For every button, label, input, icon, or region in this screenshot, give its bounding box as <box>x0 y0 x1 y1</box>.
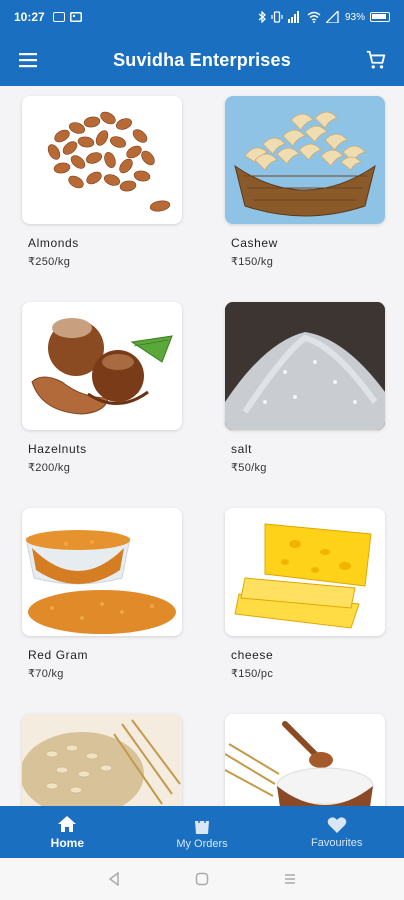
product-price: ₹250/kg <box>28 256 71 268</box>
system-recents-button[interactable] <box>275 864 305 894</box>
almonds-image <box>22 96 182 224</box>
cart-button[interactable] <box>348 34 404 86</box>
image-notification-icon <box>69 12 82 22</box>
signal-2-icon <box>325 11 339 23</box>
flour-image <box>225 714 385 806</box>
product-price: ₹50/kg <box>231 462 267 474</box>
shopping-bag-icon <box>195 815 209 834</box>
product-grid[interactable]: Almonds ₹250/kg Cashew ₹150/kg Hazelnuts… <box>0 86 404 806</box>
heart-icon <box>327 816 346 833</box>
product-price: ₹150/kg <box>231 256 274 268</box>
back-triangle-icon <box>108 872 119 886</box>
oats-image <box>22 714 182 806</box>
product-price: ₹200/kg <box>28 462 71 474</box>
system-navigation-bar <box>0 858 404 900</box>
product-card-flour[interactable] <box>225 714 385 806</box>
product-price: ₹70/kg <box>28 668 64 680</box>
battery-percent: 93% <box>344 11 365 23</box>
system-back-button[interactable] <box>99 864 129 894</box>
nav-favourites[interactable]: Favourites <box>269 806 404 858</box>
home-icon <box>58 815 77 832</box>
menu-button[interactable] <box>0 34 56 86</box>
status-time: 10:27 <box>14 10 45 24</box>
battery-icon <box>370 12 390 22</box>
product-card-salt[interactable]: salt ₹50/kg <box>225 302 385 474</box>
product-price: ₹150/pc <box>231 668 274 680</box>
red-gram-image <box>22 508 182 636</box>
salt-image <box>225 302 385 430</box>
bluetooth-icon <box>258 11 266 23</box>
hamburger-menu-icon <box>19 53 37 68</box>
nav-home[interactable]: Home <box>0 806 135 858</box>
nav-favourites-label: Favourites <box>311 836 363 849</box>
nav-home-label: Home <box>50 835 84 850</box>
signal-icon <box>287 11 299 23</box>
nav-my-orders-label: My Orders <box>176 837 228 850</box>
recents-lines-icon <box>285 874 295 884</box>
nav-my-orders[interactable]: My Orders <box>135 806 270 858</box>
product-card-red-gram[interactable]: Red Gram ₹70/kg <box>22 508 182 680</box>
home-square-icon <box>195 872 209 886</box>
product-name: Cashew <box>231 236 278 250</box>
product-card-almonds[interactable]: Almonds ₹250/kg <box>22 96 182 268</box>
product-card-oats[interactable] <box>22 714 182 806</box>
status-bar: 10:27 93% <box>0 0 404 34</box>
product-name: cheese <box>231 648 274 662</box>
product-name: Red Gram <box>28 648 89 662</box>
product-card-cashew[interactable]: Cashew ₹150/kg <box>225 96 385 268</box>
hazelnuts-image <box>22 302 182 430</box>
product-card-cheese[interactable]: cheese ₹150/pc <box>225 508 385 680</box>
product-card-hazelnuts[interactable]: Hazelnuts ₹200/kg <box>22 302 182 474</box>
wifi-icon <box>307 11 321 23</box>
app-bar: Suvidha Enterprises <box>0 34 404 86</box>
vibrate-icon <box>271 11 283 23</box>
cashew-image <box>225 96 385 224</box>
product-name: Hazelnuts <box>28 442 87 456</box>
status-left-icons <box>52 12 82 22</box>
status-right-icons: 93% <box>258 11 390 23</box>
system-home-button[interactable] <box>187 864 217 894</box>
shopping-cart-icon <box>366 50 386 69</box>
bottom-navigation: Home My Orders Favourites <box>0 806 404 858</box>
product-name: Almonds <box>28 236 79 250</box>
cheese-image <box>225 508 385 636</box>
app-title: Suvidha Enterprises <box>113 49 291 70</box>
notification-icon <box>52 12 65 22</box>
product-name: salt <box>231 442 253 456</box>
